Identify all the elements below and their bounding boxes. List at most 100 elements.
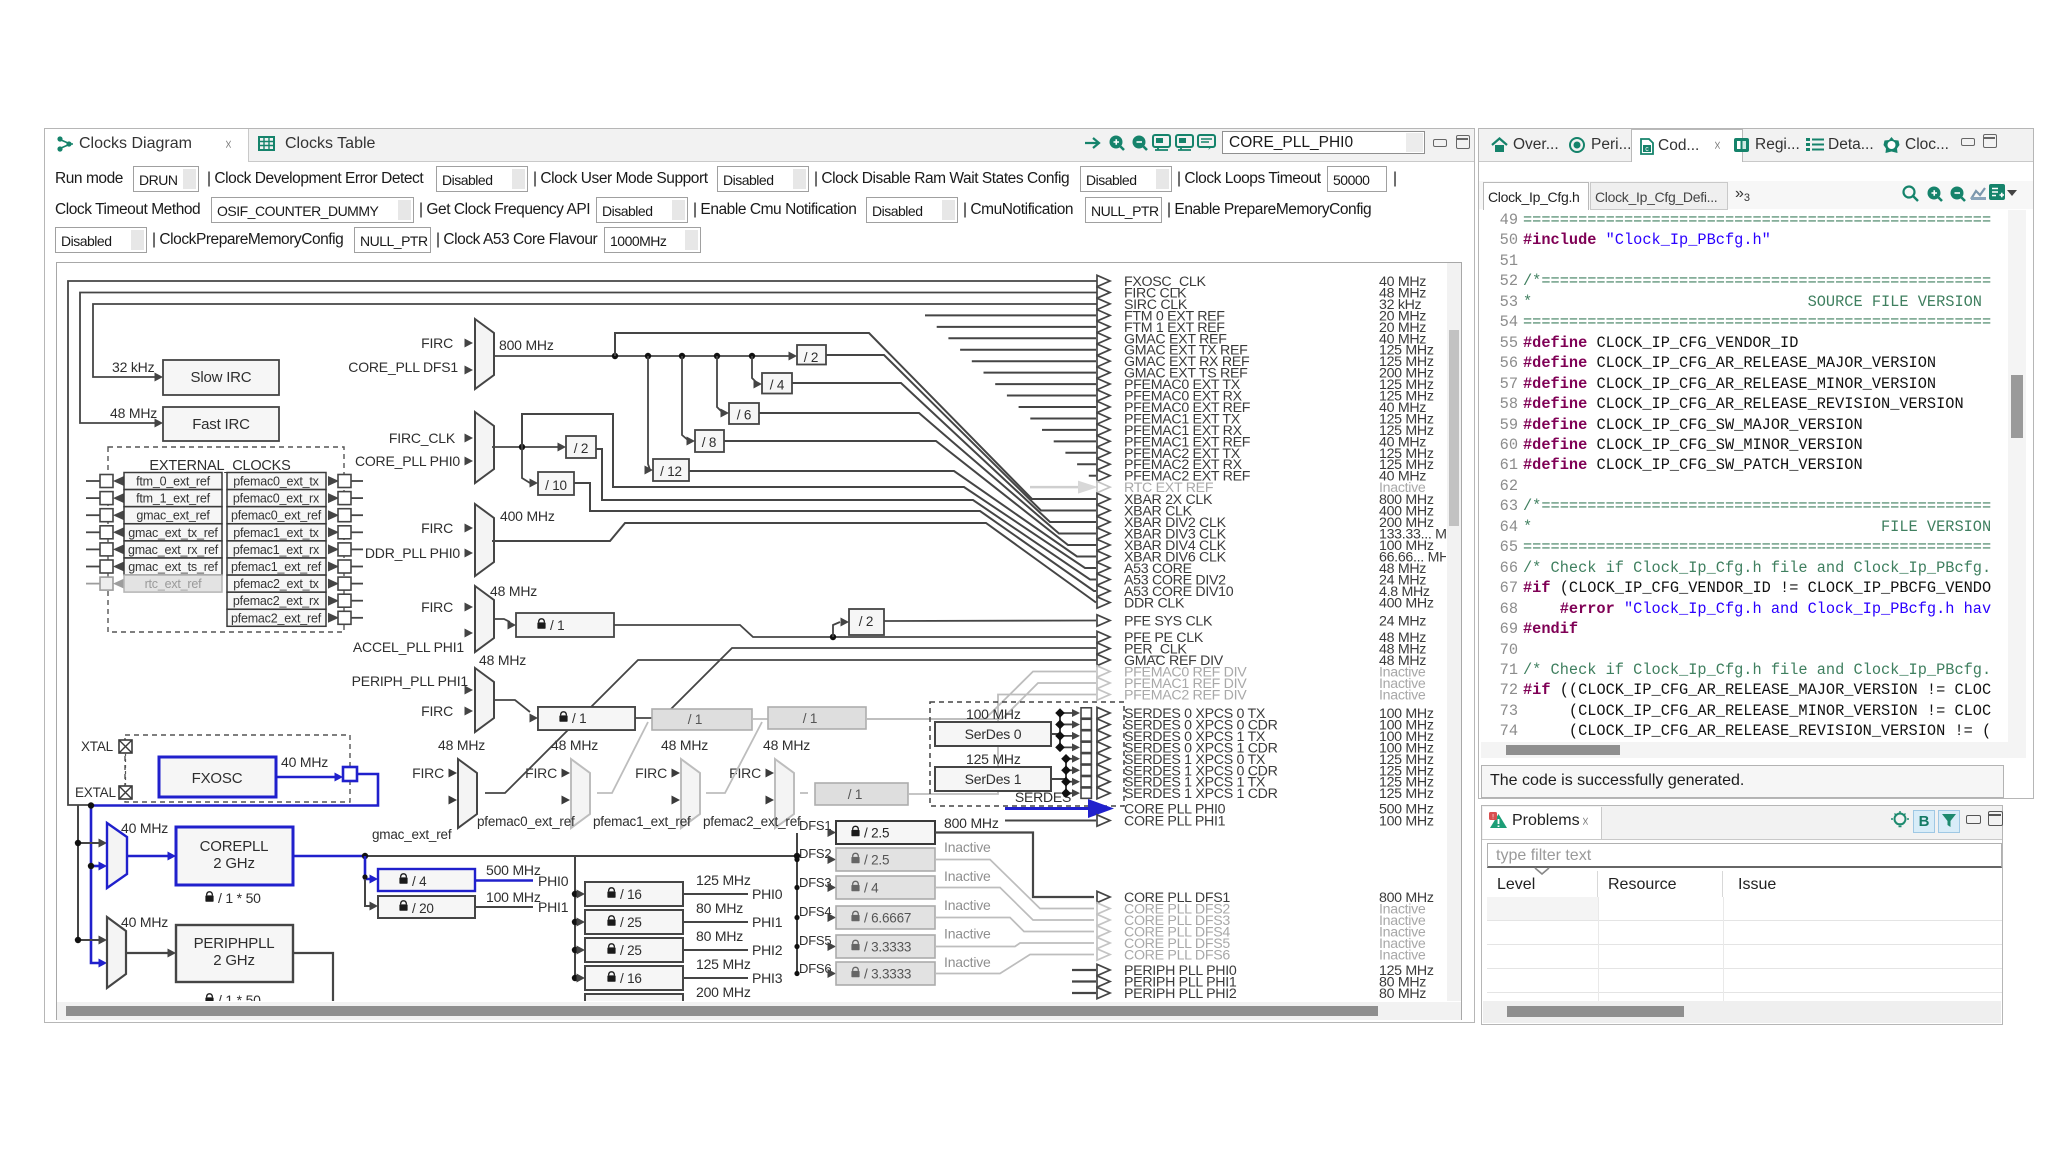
svg-text:SERDES 1 XPCS 1 CDR: SERDES 1 XPCS 1 CDR (1124, 786, 1278, 802)
svg-text:pfemac0_ext_tx: pfemac0_ext_tx (233, 475, 319, 489)
svg-text:pfemac2_ext_ref: pfemac2_ext_ref (703, 814, 801, 829)
svg-text:/ 12: / 12 (660, 464, 682, 479)
svg-text:80 MHz: 80 MHz (696, 928, 743, 944)
svg-text:DDR_PLL PHI0: DDR_PLL PHI0 (365, 545, 461, 561)
svg-text:40 MHz: 40 MHz (121, 820, 168, 836)
svg-text:FIRC: FIRC (421, 599, 453, 615)
svg-text:/ 8: / 8 (702, 435, 716, 450)
svg-text:pfemac2_ext_rx: pfemac2_ext_rx (233, 594, 320, 608)
svg-text:FIRC: FIRC (421, 520, 453, 536)
svg-text:pfemac1_ext_ref: pfemac1_ext_ref (593, 814, 691, 829)
svg-text:ftm_1_ext_ref: ftm_1_ext_ref (136, 492, 211, 506)
svg-text:Inactive: Inactive (944, 868, 991, 884)
svg-text:PHI1: PHI1 (538, 899, 569, 915)
svg-text:FIRC: FIRC (635, 765, 667, 781)
svg-text:FIRC: FIRC (729, 765, 761, 781)
svg-text:/ 25: / 25 (620, 915, 642, 930)
svg-text:!: ! (1492, 814, 1494, 821)
svg-text:Slow IRC: Slow IRC (191, 369, 252, 386)
svg-text:/ 6: / 6 (737, 408, 751, 423)
svg-text:pfemac1_ext_ref: pfemac1_ext_ref (231, 560, 322, 574)
svg-text:CORE PLL DFS6: CORE PLL DFS6 (1124, 948, 1230, 964)
svg-text:FIRC: FIRC (421, 703, 453, 719)
svg-text:48 MHz: 48 MHz (110, 405, 157, 421)
svg-text:/ 2.5: / 2.5 (864, 826, 889, 841)
svg-text:COREPLL: COREPLL (200, 838, 269, 855)
svg-text:FIRC_CLK: FIRC_CLK (389, 430, 456, 446)
svg-text:PERIPH PLL PHI2: PERIPH PLL PHI2 (1124, 986, 1237, 1001)
svg-text:100 MHz: 100 MHz (1379, 814, 1434, 830)
svg-text:32 kHz: 32 kHz (112, 359, 155, 375)
svg-text:800 MHz: 800 MHz (499, 337, 554, 353)
svg-text:/ 2.5: / 2.5 (864, 853, 889, 868)
svg-text:/ 2: / 2 (804, 350, 818, 365)
svg-text:pfemac2_ext_tx: pfemac2_ext_tx (233, 577, 319, 591)
svg-text:48 MHz: 48 MHz (763, 737, 810, 753)
svg-text:SerDes 1: SerDes 1 (965, 771, 1022, 787)
svg-text:SerDes 0: SerDes 0 (965, 726, 1022, 742)
svg-text:DFS6: DFS6 (799, 961, 831, 976)
svg-text:gmac_ext_ts_ref: gmac_ext_ts_ref (128, 560, 218, 574)
svg-text:800 MHz: 800 MHz (944, 815, 999, 831)
svg-text:2 GHz: 2 GHz (213, 952, 255, 969)
svg-text:Inactive: Inactive (944, 954, 991, 970)
svg-text:125 MHz: 125 MHz (696, 956, 751, 972)
svg-text:EXTERNAL_CLOCKS: EXTERNAL_CLOCKS (149, 458, 290, 474)
svg-text:EXTAL: EXTAL (75, 785, 116, 800)
svg-text:48 MHz: 48 MHz (661, 737, 708, 753)
svg-text:48 MHz: 48 MHz (490, 583, 537, 599)
svg-text:/ 1: / 1 (848, 787, 862, 802)
svg-text:/ 1: / 1 (572, 711, 586, 726)
svg-text:PHI2: PHI2 (752, 942, 783, 958)
svg-text:125 MHz: 125 MHz (696, 872, 751, 888)
svg-text:500 MHz: 500 MHz (486, 862, 541, 878)
svg-text:/ 1: / 1 (803, 711, 817, 726)
svg-text:pfemac0_ext_ref: pfemac0_ext_ref (477, 814, 575, 829)
svg-text:pfemac1_ext_rx: pfemac1_ext_rx (233, 543, 320, 557)
svg-text:DFS5: DFS5 (799, 933, 831, 948)
svg-text:/ 1: / 1 (688, 712, 702, 727)
svg-text:/ 10: / 10 (545, 478, 567, 493)
svg-text:80 MHz: 80 MHz (1379, 986, 1426, 1001)
svg-text:DFS1: DFS1 (799, 818, 831, 833)
svg-text:/ 1: / 1 (550, 618, 564, 633)
svg-text:/ 1 * 50: / 1 * 50 (218, 992, 261, 1001)
svg-text:Inactive: Inactive (1379, 948, 1426, 964)
svg-text:/ 16: / 16 (620, 887, 642, 902)
svg-text:XTAL: XTAL (81, 739, 114, 754)
svg-text:gmac_ext_ref: gmac_ext_ref (136, 509, 210, 523)
svg-text:/ 4: / 4 (770, 378, 785, 393)
svg-text:400 MHz: 400 MHz (500, 508, 555, 524)
svg-text:40 MHz: 40 MHz (281, 754, 328, 770)
svg-text:Fast IRC: Fast IRC (192, 416, 250, 433)
svg-text:Inactive: Inactive (944, 926, 991, 942)
svg-text:CORE PLL PHI1: CORE PLL PHI1 (1124, 814, 1226, 830)
svg-text:48 MHz: 48 MHz (438, 737, 485, 753)
svg-text:DDR CLK: DDR CLK (1124, 596, 1185, 612)
svg-text:PFEMAC2 REF DIV: PFEMAC2 REF DIV (1124, 688, 1247, 704)
svg-text:pfemac1_ext_tx: pfemac1_ext_tx (233, 526, 319, 540)
svg-text:Inactive: Inactive (944, 839, 991, 855)
svg-text:FXOSC: FXOSC (192, 770, 243, 787)
svg-text:PERIPH_PLL PHI1: PERIPH_PLL PHI1 (352, 673, 469, 689)
svg-text:Inactive: Inactive (944, 897, 991, 913)
svg-text:FIRC: FIRC (412, 765, 444, 781)
svg-text:48 MHz: 48 MHz (479, 652, 526, 668)
svg-text:/ 3.3333: / 3.3333 (864, 967, 911, 982)
svg-text:PHI0: PHI0 (538, 873, 569, 889)
svg-text:ACCEL_PLL PHI1: ACCEL_PLL PHI1 (353, 639, 464, 655)
svg-text:Inactive: Inactive (1379, 688, 1426, 704)
svg-text:DFS2: DFS2 (799, 846, 831, 861)
svg-text:PHI0: PHI0 (752, 886, 783, 902)
svg-text:/ 4: / 4 (864, 881, 879, 896)
svg-text:2 GHz: 2 GHz (213, 855, 255, 872)
svg-text:40 MHz: 40 MHz (121, 914, 168, 930)
svg-text:/ 6.6667: / 6.6667 (864, 911, 911, 926)
svg-text:/ 2: / 2 (859, 614, 873, 629)
svg-text:DFS3: DFS3 (799, 875, 831, 890)
svg-text:gmac_ext_rx_ref: gmac_ext_rx_ref (128, 543, 219, 557)
svg-text:CORE_PLL PHI0: CORE_PLL PHI0 (355, 453, 460, 469)
svg-text:125 MHz: 125 MHz (966, 751, 1021, 767)
svg-text:200 MHz: 200 MHz (696, 984, 751, 1000)
svg-text:PERIPHPLL: PERIPHPLL (194, 935, 275, 952)
